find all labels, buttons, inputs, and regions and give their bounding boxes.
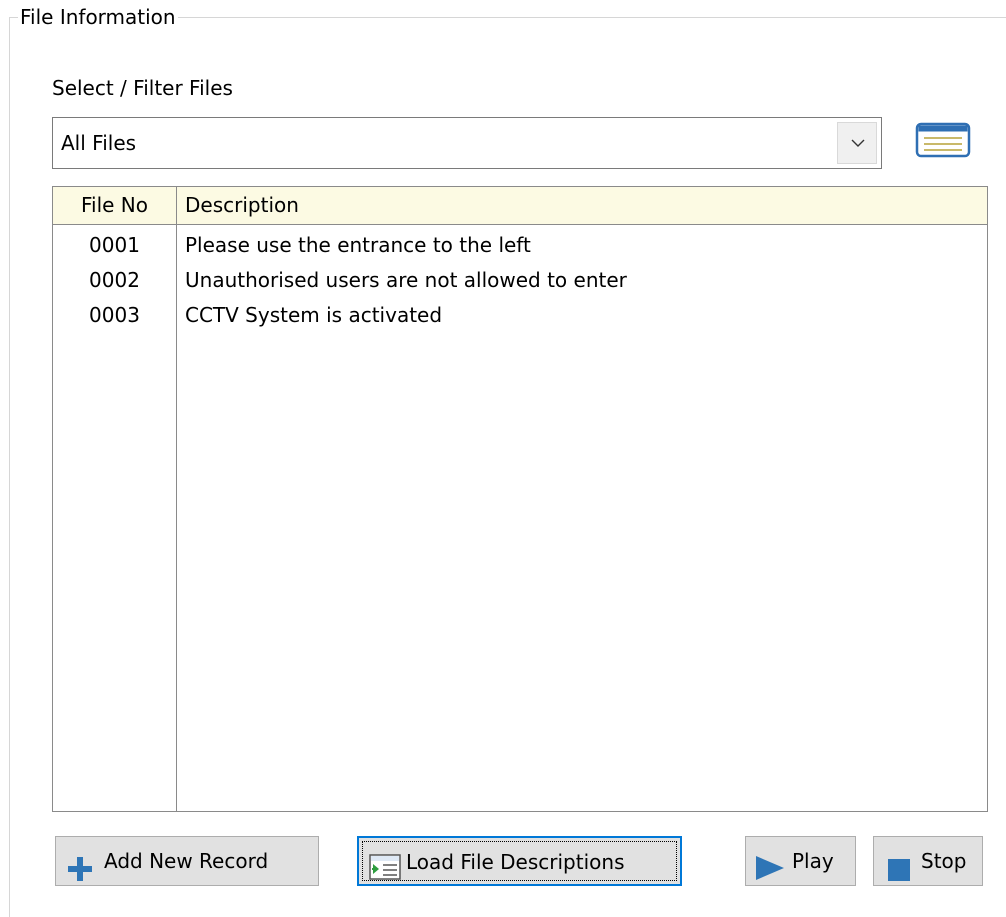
- file-table[interactable]: File No Description 0001 Please use the …: [52, 186, 988, 812]
- add-new-record-button[interactable]: Add New Record: [55, 836, 319, 886]
- table-row[interactable]: 0001 Please use the entrance to the left: [53, 228, 987, 263]
- play-icon: [756, 849, 784, 897]
- file-filter-value: All Files: [61, 131, 137, 155]
- table-header: File No Description: [53, 187, 987, 225]
- list-view-icon: [915, 122, 971, 158]
- stop-label: Stop: [921, 849, 967, 873]
- load-file-descriptions-button[interactable]: Load File Descriptions: [357, 836, 682, 886]
- add-new-record-label: Add New Record: [104, 849, 269, 873]
- table-body: 0001 Please use the entrance to the left…: [53, 228, 987, 333]
- file-filter-select[interactable]: All Files: [52, 117, 882, 169]
- plus-icon: [68, 850, 92, 898]
- cell-file-no: 0001: [89, 233, 140, 257]
- stop-button[interactable]: Stop: [873, 836, 983, 886]
- cell-description: Unauthorised users are not allowed to en…: [185, 268, 627, 292]
- play-button[interactable]: Play: [745, 836, 856, 886]
- cell-description: CCTV System is activated: [185, 303, 443, 327]
- cell-file-no: 0002: [89, 268, 140, 292]
- filter-label: Select / Filter Files: [52, 76, 233, 100]
- import-file-icon: [369, 849, 401, 897]
- load-file-descriptions-label: Load File Descriptions: [406, 850, 625, 874]
- column-header-file-no[interactable]: File No: [53, 187, 176, 224]
- cell-description: Please use the entrance to the left: [185, 233, 531, 257]
- dropdown-button[interactable]: [837, 122, 877, 164]
- play-label: Play: [792, 849, 834, 873]
- chevron-down-icon: [851, 139, 865, 147]
- cell-file-no: 0003: [89, 303, 140, 327]
- table-row[interactable]: 0003 CCTV System is activated: [53, 298, 987, 333]
- table-row[interactable]: 0002 Unauthorised users are not allowed …: [53, 263, 987, 298]
- list-view-button[interactable]: [913, 118, 973, 162]
- group-title: File Information: [18, 5, 178, 29]
- stop-icon: [888, 850, 910, 898]
- column-header-description[interactable]: Description: [185, 187, 299, 224]
